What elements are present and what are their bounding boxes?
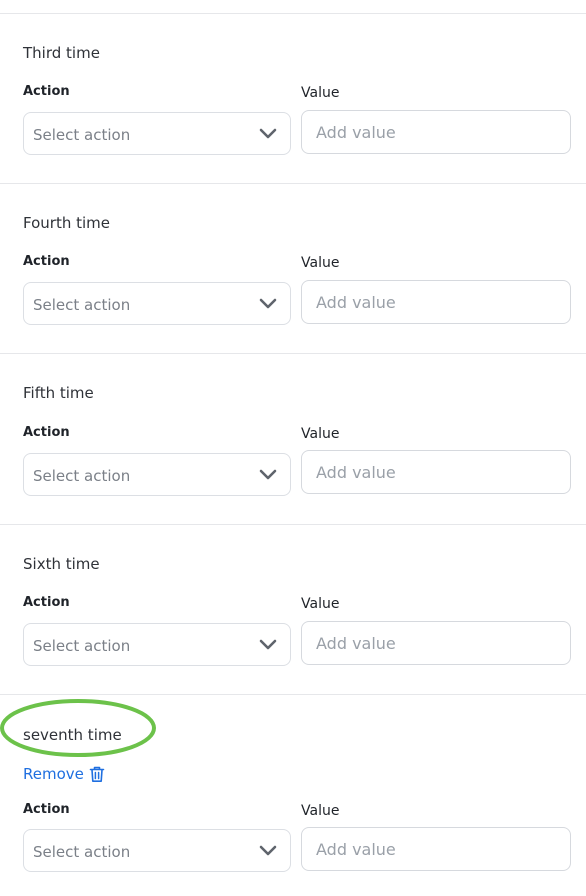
section-title: Third time xyxy=(23,44,100,62)
action-label: Action xyxy=(23,595,70,610)
section-divider xyxy=(0,353,586,354)
action-label: Action xyxy=(23,254,70,269)
action-select[interactable]: Select action xyxy=(23,453,291,496)
remove-label: Remove xyxy=(23,765,84,783)
value-input[interactable] xyxy=(301,110,571,154)
section-title: Sixth time xyxy=(23,555,100,573)
action-select-text: Select action xyxy=(33,126,131,144)
action-select[interactable]: Select action xyxy=(23,112,291,155)
value-label: Value xyxy=(301,426,340,442)
chevron-down-icon xyxy=(259,128,277,139)
section-title: Fifth time xyxy=(23,384,94,402)
value-input[interactable] xyxy=(301,621,571,665)
value-label: Value xyxy=(301,255,340,271)
section-divider xyxy=(0,524,586,525)
section-title: Fourth time xyxy=(23,214,110,232)
action-label: Action xyxy=(23,802,70,817)
action-select[interactable]: Select action xyxy=(23,623,291,666)
action-select-text: Select action xyxy=(33,637,131,655)
value-label: Value xyxy=(301,85,340,101)
value-input[interactable] xyxy=(301,280,571,324)
value-input[interactable] xyxy=(301,827,571,871)
value-label: Value xyxy=(301,596,340,612)
value-input[interactable] xyxy=(301,450,571,494)
remove-button[interactable]: Remove xyxy=(23,763,105,785)
chevron-down-icon xyxy=(259,639,277,650)
highlight-circle-annotation xyxy=(0,699,156,757)
action-select[interactable]: Select action xyxy=(23,829,291,872)
chevron-down-icon xyxy=(259,845,277,856)
chevron-down-icon xyxy=(259,469,277,480)
action-label: Action xyxy=(23,425,70,440)
action-select-text: Select action xyxy=(33,843,131,861)
action-select[interactable]: Select action xyxy=(23,282,291,325)
action-label: Action xyxy=(23,84,70,99)
trash-icon xyxy=(89,766,105,782)
action-select-text: Select action xyxy=(33,296,131,314)
action-select-text: Select action xyxy=(33,467,131,485)
section-divider xyxy=(0,13,586,14)
section-divider xyxy=(0,183,586,184)
section-divider xyxy=(0,694,586,695)
rule-settings-panel: Third time Action Value Select action Fo… xyxy=(0,0,586,896)
chevron-down-icon xyxy=(259,298,277,309)
value-label: Value xyxy=(301,803,340,819)
